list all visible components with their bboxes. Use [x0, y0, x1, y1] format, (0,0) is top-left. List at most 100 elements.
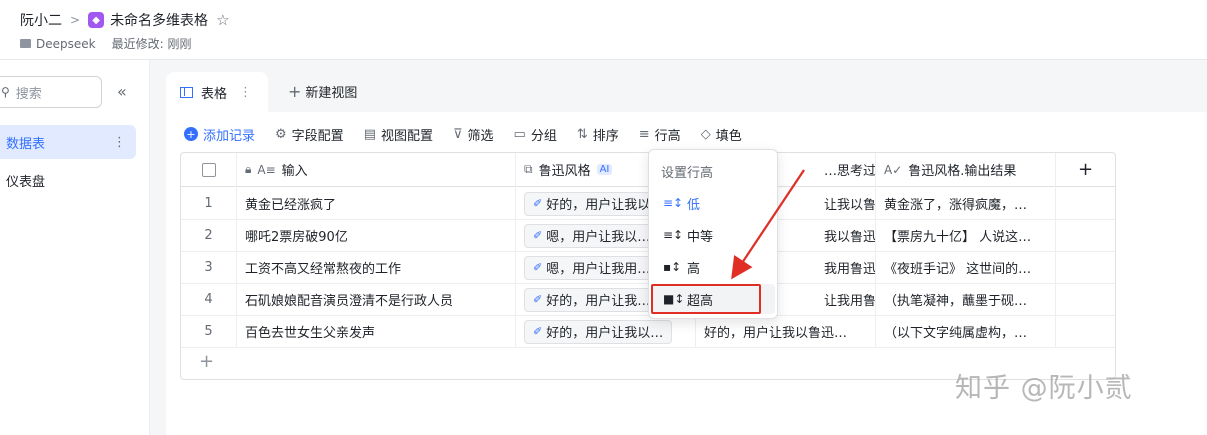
gear-icon: ⚙	[275, 126, 287, 142]
chip-text: 嗯，用户让我以…	[546, 230, 651, 245]
watermark: 知乎 @阮小贰	[955, 373, 1133, 404]
magic-wand-icon: ✐	[533, 261, 543, 274]
empty-cell	[1056, 252, 1115, 283]
new-view-button[interactable]: + 新建视图	[288, 82, 357, 101]
cell-output[interactable]: （执笔凝神，蘸墨于砚…	[876, 284, 1056, 315]
chip-text: 好的，用户让我以…	[546, 198, 664, 213]
sort-button[interactable]: ⇅ 排序	[577, 125, 619, 144]
more-vertical-icon[interactable]: ⋮	[113, 135, 126, 150]
empty-cell	[1056, 188, 1115, 219]
cell-output[interactable]: 黄金涨了，涨得疯魔，…	[876, 188, 1056, 219]
base-doc-icon: ◆	[88, 12, 105, 28]
column-title: 鲁迅风格.输出结果	[908, 164, 1017, 179]
select-all-checkbox[interactable]	[201, 162, 216, 177]
ai-badge: AI	[596, 164, 613, 175]
cell-text: 我以鲁迅的…	[824, 230, 876, 245]
tab-label: 表格	[201, 86, 228, 102]
row-number: 3	[181, 252, 237, 283]
chip-text: 嗯，用户让我用…	[546, 262, 651, 277]
doc-meta: Deepseek 最近修改: 刚刚	[20, 35, 191, 52]
star-icon[interactable]: ☆	[216, 11, 229, 29]
column-title: 输入	[281, 164, 308, 179]
empty-cell	[1056, 220, 1115, 251]
column-header-output[interactable]: A✓ 鲁迅风格.输出结果	[876, 153, 1056, 186]
menu-item-label: 低	[687, 197, 701, 213]
column-title: 鲁迅风格	[538, 164, 591, 179]
breadcrumb-owner[interactable]: 阮小二	[20, 10, 62, 30]
ai-output-chip[interactable]: ✐ 嗯，用户让我以…	[524, 223, 660, 248]
menu-item-low[interactable]: ≡↕ 低	[653, 188, 775, 218]
view-config-label: 视图配置	[380, 128, 433, 144]
magic-wand-icon: ✐	[533, 229, 543, 242]
cell-output[interactable]: 【票房九十亿】 人说这…	[876, 220, 1056, 251]
ai-output-chip[interactable]: ✐ 好的，用户让我以…	[524, 319, 673, 344]
view-tabbar: 表格 ⋮ + 新建视图	[150, 60, 1207, 112]
ai-text-field-icon: A✓	[884, 162, 903, 177]
cell-thinking[interactable]: 好的，用户让我以鲁迅…	[696, 316, 876, 347]
sidebar-item-datatable[interactable]: 数据表 ⋮	[0, 125, 136, 159]
row-height-label: 行高	[654, 128, 681, 144]
add-column-button[interactable]: +	[1056, 153, 1115, 186]
search-placeholder: 搜索	[15, 86, 42, 102]
sidebar-item-dashboard[interactable]: 仪表盘	[0, 163, 136, 197]
filter-button[interactable]: ⊽ 筛选	[453, 125, 494, 144]
empty-cell	[1056, 284, 1115, 315]
cell-output[interactable]: （以下文字纯属虚构，…	[876, 316, 1056, 347]
row-height-button[interactable]: ≡ 行高	[639, 125, 681, 144]
row-height-icon: ≡	[638, 126, 650, 142]
cell-input[interactable]: 黄金已经涨疯了	[237, 188, 516, 219]
row-number: 1	[181, 188, 237, 219]
folder-icon	[20, 39, 31, 48]
menu-item-high[interactable]: ▪↕ 高	[653, 252, 775, 282]
row-number: 4	[181, 284, 237, 315]
breadcrumb: 阮小二 > ◆ 未命名多维表格 ☆	[20, 10, 230, 30]
plus-icon: +	[288, 82, 302, 101]
select-all-cell[interactable]	[181, 153, 237, 186]
tab-grid-view[interactable]: 表格 ⋮	[166, 72, 268, 112]
doc-title[interactable]: 未命名多维表格	[110, 10, 208, 30]
field-config-label: 字段配置	[291, 128, 344, 144]
cell-input[interactable]: 百色去世女生父亲发声	[237, 316, 516, 347]
paint-bucket-icon: ◇	[700, 126, 711, 142]
more-vertical-icon[interactable]: ⋮	[239, 85, 252, 100]
fill-color-label: 填色	[715, 128, 742, 144]
chevron-right-icon: >	[70, 13, 81, 27]
column-header-input[interactable]: 🔒︎ A≡ 输入	[237, 153, 516, 186]
menu-item-medium[interactable]: ≡↕ 中等	[653, 220, 775, 250]
cell-style[interactable]: ✐ 好的，用户让我以…	[516, 316, 696, 347]
folder-name[interactable]: Deepseek	[36, 37, 96, 51]
add-record-button[interactable]: + 添加记录	[184, 125, 255, 144]
search-icon: ⚲	[1, 85, 10, 99]
last-modified: 最近修改: 刚刚	[111, 37, 192, 51]
column-title: …思考过程	[824, 164, 876, 179]
lock-icon: 🔒︎	[245, 162, 252, 176]
ai-field-icon: ⧉	[524, 162, 533, 176]
collapse-sidebar-icon[interactable]: «	[117, 82, 127, 101]
cell-input[interactable]: 哪吒2票房破90亿	[237, 220, 516, 251]
annotation-highlight-box	[651, 284, 761, 314]
row-number: 2	[181, 220, 237, 251]
field-config-button[interactable]: ⚙ 字段配置	[275, 125, 344, 144]
add-record-label: 添加记录	[203, 128, 256, 144]
ai-output-chip[interactable]: ✐ 嗯，用户让我用…	[524, 255, 660, 280]
menu-item-label: 中等	[687, 229, 714, 245]
view-config-button[interactable]: ▤ 视图配置	[364, 125, 433, 144]
cell-input[interactable]: 工资不高又经常熬夜的工作	[237, 252, 516, 283]
row-number: 5	[181, 316, 237, 347]
search-input[interactable]: ⚲ 搜索	[0, 76, 102, 108]
cell-text: 我用鲁迅的…	[824, 262, 876, 277]
cell-text: 让我以鲁迅…	[824, 198, 876, 213]
chip-text: 好的，用户让我…	[546, 294, 651, 309]
group-button[interactable]: ▭ 分组	[514, 125, 557, 144]
cell-input[interactable]: 石矶娘娘配音演员澄清不是行政人员	[237, 284, 516, 315]
new-view-label: 新建视图	[305, 86, 358, 101]
ai-output-chip[interactable]: ✐ 好的，用户让我…	[524, 287, 660, 312]
table-row[interactable]: 5 百色去世女生父亲发声 ✐ 好的，用户让我以… 好的，用户让我以鲁迅… （以下文…	[181, 316, 1115, 348]
cell-text: 让我用鲁迅…	[824, 294, 876, 309]
view-toolbar: + 添加记录 ⚙ 字段配置 ▤ 视图配置 ⊽ 筛选 ▭ 分组 ⇅ 排序 ≡ 行高…	[184, 122, 762, 146]
cell-output[interactable]: 《夜班手记》 这世间的…	[876, 252, 1056, 283]
menu-item-label: 高	[687, 261, 701, 277]
fill-color-button[interactable]: ◇ 填色	[701, 125, 742, 144]
chip-text: 好的，用户让我以…	[546, 326, 664, 341]
add-row-button[interactable]: +	[199, 351, 214, 372]
